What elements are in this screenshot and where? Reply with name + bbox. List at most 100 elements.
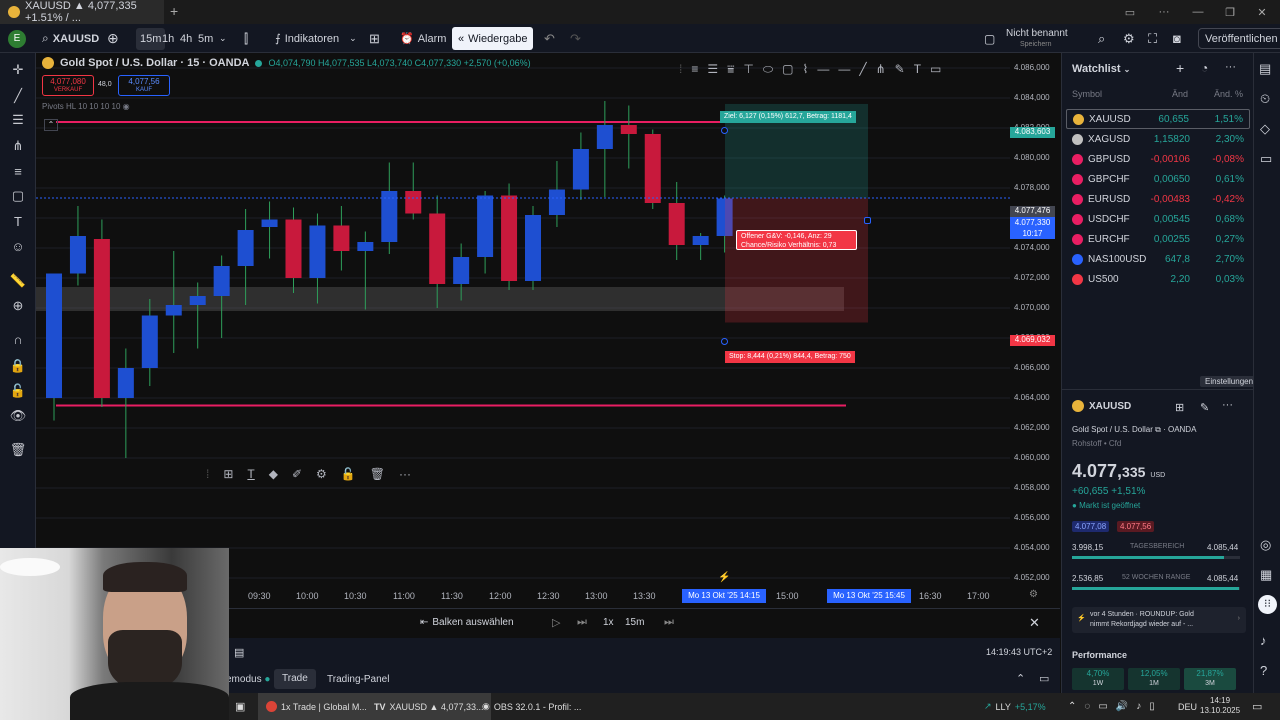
- layers-icon[interactable]: ◇: [1260, 121, 1270, 137]
- note-icon[interactable]: ▭: [930, 62, 941, 76]
- new-tab-icon[interactable]: +: [170, 3, 178, 19]
- eye-icon[interactable]: 👁: [8, 407, 28, 425]
- search-icon[interactable]: ⌕: [1098, 24, 1105, 53]
- interval-5m[interactable]: 5m: [198, 24, 213, 53]
- text-color-icon[interactable]: T: [247, 467, 254, 481]
- calendar-icon[interactable]: ▤: [234, 646, 244, 659]
- price-axis[interactable]: 4.086,0004.084,0004.082,0004.080,0004.07…: [1010, 53, 1060, 593]
- help-icon[interactable]: ?: [1260, 663, 1267, 678]
- watchlist-title[interactable]: Watchlist ⌄: [1072, 63, 1130, 75]
- more-icon[interactable]: ···: [1222, 399, 1233, 411]
- more-icon[interactable]: ···: [1225, 61, 1236, 73]
- interval-1h[interactable]: 1h: [162, 24, 174, 53]
- watchlist-row[interactable]: GBPCHF 0,00650 0,61%: [1066, 169, 1250, 189]
- ray-icon[interactable]: —: [817, 62, 829, 76]
- news-item[interactable]: ⚡ vor 4 Stunden · ROUNDUP: Gold nimmt Rek…: [1072, 607, 1246, 633]
- undo-icon[interactable]: ↶: [544, 24, 555, 53]
- lock-drawings-icon[interactable]: 🔒: [8, 357, 28, 375]
- chart-area[interactable]: Gold Spot / U.S. Dollar · 15 · OANDA O4,…: [36, 53, 1060, 608]
- instrument-name[interactable]: Gold Spot / U.S. Dollar ⧉ · OANDA: [1072, 425, 1196, 435]
- zoom-icon[interactable]: ⊕: [8, 297, 28, 315]
- lock-icon[interactable]: 🔓: [341, 467, 356, 481]
- clock[interactable]: 14:19:43 UTC+2: [986, 647, 1052, 657]
- alarm-button[interactable]: ⏰ Alarm: [400, 24, 446, 53]
- alerts-icon[interactable]: ⏲: [1260, 91, 1270, 107]
- settings-icon[interactable]: ⚙: [316, 467, 327, 481]
- watchlist-row[interactable]: NAS100USD 647,8 2,70%: [1066, 249, 1250, 269]
- text-icon[interactable]: T: [8, 213, 28, 231]
- watchlist-icon[interactable]: ▤: [1259, 61, 1271, 77]
- apps-icon[interactable]: ⁝⁝: [1258, 595, 1277, 614]
- taskbar-app-browser[interactable]: 1x Trade | Global M...: [258, 693, 375, 720]
- pnl-label[interactable]: Offener G&V: -0,146, Anz: 29 Chance/Risik…: [736, 230, 857, 250]
- line-color-icon[interactable]: ✐: [292, 467, 302, 481]
- replay-interval[interactable]: 15m: [625, 617, 644, 628]
- details-symbol[interactable]: XAUUSD: [1072, 400, 1131, 412]
- trendline-icon[interactable]: ╱: [8, 87, 28, 105]
- tab-trading-panel[interactable]: Trading-Panel: [327, 674, 389, 685]
- drag-handle-icon[interactable]: ⁞: [679, 62, 682, 76]
- col-change[interactable]: Änd: [1172, 89, 1188, 99]
- watchlist-row[interactable]: EURUSD -0,00483 -0,42%: [1066, 189, 1250, 209]
- add-symbol-icon[interactable]: +: [1176, 60, 1184, 76]
- sell-button[interactable]: 4,077,080 VERKAUF: [42, 75, 94, 96]
- brush-icon[interactable]: ✎: [895, 62, 905, 76]
- replay-speed[interactable]: 1x: [603, 617, 614, 628]
- minimize-icon[interactable]: —: [1182, 0, 1214, 24]
- emoji-icon[interactable]: ☺: [8, 238, 28, 256]
- channel-icon[interactable]: ☰: [707, 62, 718, 76]
- taskbar-clock[interactable]: 14:19 13.10.2025: [1200, 696, 1240, 716]
- trash-icon[interactable]: 🗑: [8, 441, 28, 459]
- trend-icon[interactable]: ╱: [859, 62, 866, 76]
- stock-ticker[interactable]: ↗ LLY +5,17%: [984, 693, 1046, 720]
- mode-label[interactable]: emodus ●: [226, 674, 270, 685]
- perf-3m[interactable]: 21,87% 3M: [1184, 668, 1236, 690]
- stop-label[interactable]: Stop: 8,444 (0,21%) 844,4, Betrag: 750: [725, 351, 855, 363]
- watchlist-row[interactable]: USDCHF 0,00545 0,68%: [1066, 209, 1250, 229]
- watchlist-view-icon[interactable]: ◔: [1201, 61, 1208, 75]
- perf-1w[interactable]: 4,70% 1W: [1072, 668, 1124, 690]
- magnet-icon[interactable]: ∩: [8, 331, 28, 349]
- notification-icon[interactable]: ▭: [1252, 693, 1262, 720]
- candles-icon[interactable]: ⫿: [244, 24, 248, 53]
- extended-line-icon[interactable]: —: [838, 62, 850, 76]
- price-chart[interactable]: [36, 53, 1060, 608]
- close-replay-icon[interactable]: ✕: [1029, 615, 1040, 631]
- drag-handle-icon[interactable]: ⁞: [206, 467, 209, 481]
- gear-icon[interactable]: ⚙: [1123, 24, 1135, 53]
- watchlist-row[interactable]: US500 2,20 0,03%: [1066, 269, 1250, 289]
- vline-icon[interactable]: ⊤: [743, 62, 753, 76]
- col-symbol[interactable]: Symbol: [1072, 89, 1102, 99]
- replay-button[interactable]: « Wiedergabe: [452, 27, 534, 50]
- sidebar-toggle-icon[interactable]: ▭: [1114, 0, 1146, 24]
- add-symbol-icon[interactable]: ⊕: [107, 24, 119, 53]
- lock-icon[interactable]: 🔓: [8, 382, 28, 400]
- fullscreen-icon[interactable]: ⛶: [1148, 24, 1157, 53]
- watchlist-row[interactable]: XAUUSD 60,655 1,51%: [1066, 109, 1250, 129]
- shape-icon[interactable]: ▢: [8, 187, 28, 205]
- tab-trade[interactable]: Trade: [274, 669, 316, 689]
- publish-button[interactable]: Veröffentlichen: [1198, 28, 1280, 49]
- col-change-pct[interactable]: Änd. %: [1214, 89, 1243, 99]
- width-handle[interactable]: [864, 217, 871, 224]
- event-icon[interactable]: ⚡: [718, 572, 730, 583]
- forecast-icon[interactable]: ≡: [8, 163, 28, 181]
- maximize-icon[interactable]: ❐: [1214, 0, 1246, 24]
- trash-icon[interactable]: 🗑: [370, 467, 385, 481]
- camera-icon[interactable]: ◙: [1173, 24, 1181, 53]
- stop-handle[interactable]: [721, 338, 728, 345]
- fill-icon[interactable]: ◆: [269, 467, 278, 481]
- chevron-down-icon[interactable]: ⌄: [219, 24, 227, 53]
- pitchfork-icon[interactable]: ⋔: [876, 62, 886, 76]
- indicator-legend[interactable]: Pivots HL 10 10 10 10 ◉: [42, 102, 130, 111]
- parallel-icon[interactable]: ⩸: [727, 62, 734, 77]
- indicators-button[interactable]: ⨍ Indikatoren ⌄: [275, 24, 357, 53]
- language-indicator[interactable]: DEU: [1178, 693, 1197, 720]
- ellipse-icon[interactable]: ⬭: [763, 62, 773, 77]
- layout-icon[interactable]: ▢: [984, 24, 995, 53]
- grid-icon[interactable]: ⊞: [1175, 401, 1184, 414]
- taskview-icon[interactable]: ▣: [235, 693, 245, 720]
- edit-icon[interactable]: ✎: [1200, 401, 1209, 414]
- watchlist-row[interactable]: XAGUSD 1,15820 2,30%: [1066, 129, 1250, 149]
- browser-tab[interactable]: XAUUSD ▲ 4,077,335 +1.51% / ...: [0, 0, 164, 24]
